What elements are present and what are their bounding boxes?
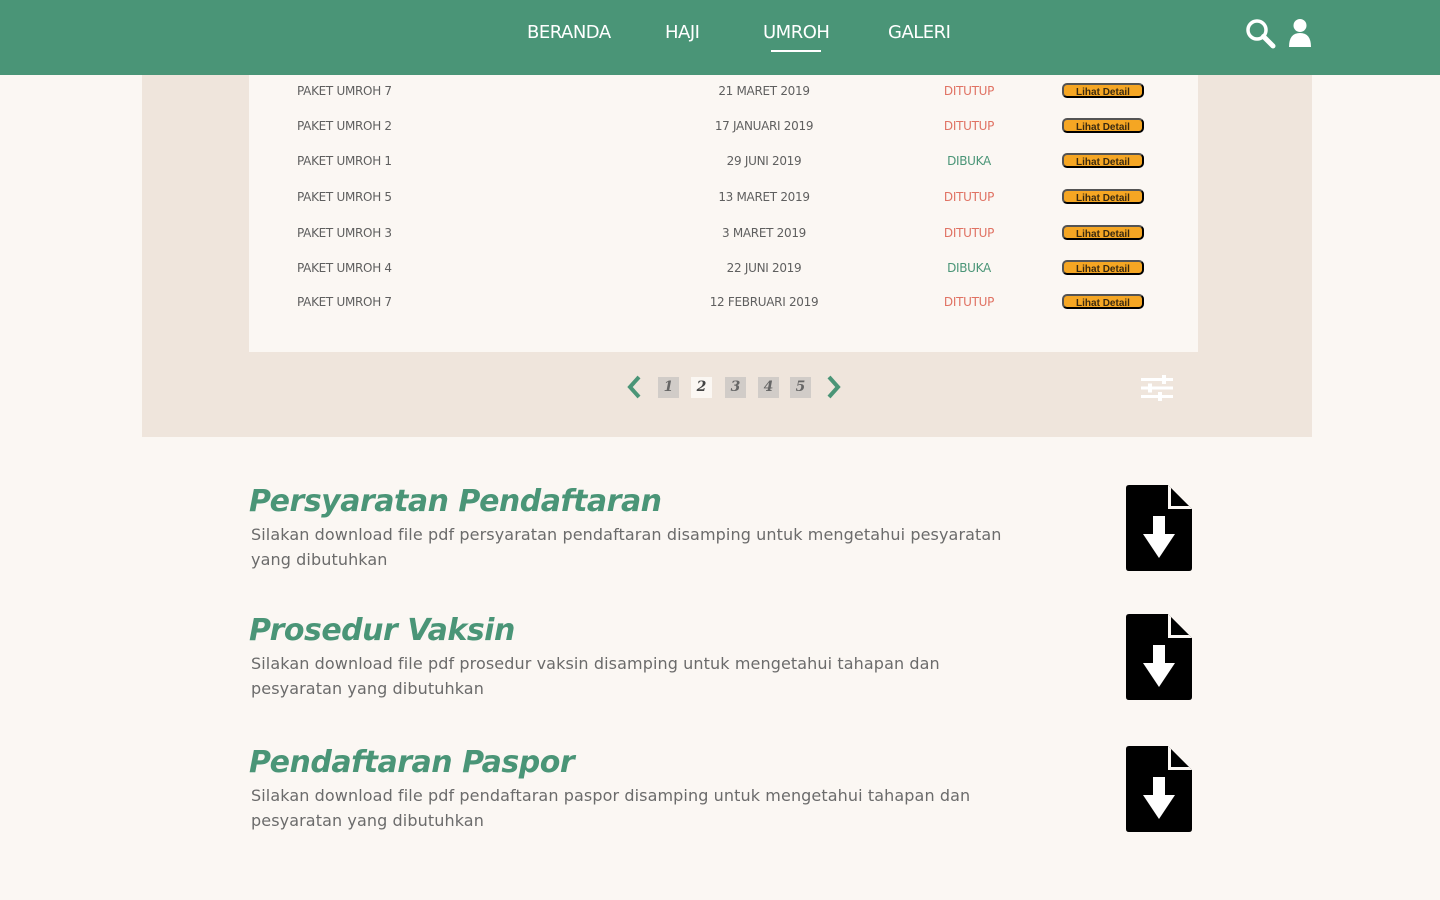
- file-download-icon[interactable]: [1126, 746, 1192, 832]
- detail-button[interactable]: Lihat Detail: [1062, 189, 1144, 204]
- detail-button[interactable]: Lihat Detail: [1062, 294, 1144, 309]
- section-description: Silakan download file pdf prosedur vaksi…: [251, 654, 940, 698]
- package-name: PAKET UMROH 3: [297, 226, 392, 240]
- package-date: 3 MARET 2019: [721, 226, 806, 240]
- package-name: PAKET UMROH 4: [297, 261, 392, 275]
- table-row: PAKET UMROH 2 17 JANUARI 2019 DITUTUP Li…: [249, 116, 1198, 136]
- package-date: 12 FEBRUARI 2019: [709, 295, 819, 309]
- package-date: 22 JUNI 2019: [726, 261, 802, 275]
- next-page-icon[interactable]: [826, 375, 842, 399]
- section-description: Silakan download file pdf persyaratan pe…: [251, 525, 1002, 569]
- page-button[interactable]: 5: [790, 377, 811, 398]
- nav-item-haji[interactable]: HAJI: [665, 22, 700, 43]
- detail-button[interactable]: Lihat Detail: [1062, 83, 1144, 98]
- page-button[interactable]: 1: [658, 377, 679, 398]
- table-row: PAKET UMROH 1 29 JUNI 2019 DIBUKA Lihat …: [249, 151, 1198, 171]
- page-button-current[interactable]: 2: [691, 377, 712, 398]
- download-section-persyaratan: Persyaratan Pendaftaran Silakan download…: [249, 484, 1209, 572]
- package-name: PAKET UMROH 1: [297, 154, 392, 168]
- package-status: DITUTUP: [943, 295, 995, 309]
- section-title: Prosedur Vaksin: [249, 613, 515, 648]
- package-status: DIBUKA: [947, 261, 991, 275]
- table-row: PAKET UMROH 5 13 MARET 2019 DITUTUP Liha…: [249, 187, 1198, 207]
- user-icon[interactable]: [1286, 18, 1314, 50]
- detail-button[interactable]: Lihat Detail: [1062, 153, 1144, 168]
- packages-table: PAKET UMROH 7 21 MARET 2019 DITUTUP Liha…: [249, 75, 1198, 352]
- detail-button[interactable]: Lihat Detail: [1062, 260, 1144, 275]
- package-name: PAKET UMROH 2: [297, 119, 392, 133]
- packages-panel: PAKET UMROH 7 21 MARET 2019 DITUTUP Liha…: [142, 75, 1312, 437]
- package-status: DIBUKA: [947, 154, 991, 168]
- top-navbar: BERANDA HAJI UMROH GALERI: [0, 0, 1440, 75]
- package-name: PAKET UMROH 7: [297, 295, 392, 309]
- nav-item-beranda[interactable]: BERANDA: [527, 22, 611, 43]
- table-row: PAKET UMROH 4 22 JUNI 2019 DIBUKA Lihat …: [249, 258, 1198, 278]
- section-title: Persyaratan Pendaftaran: [249, 484, 662, 519]
- package-status: DITUTUP: [943, 190, 995, 204]
- package-date: 13 MARET 2019: [718, 190, 810, 204]
- prev-page-icon[interactable]: [626, 375, 642, 399]
- table-row: PAKET UMROH 3 3 MARET 2019 DITUTUP Lihat…: [249, 223, 1198, 243]
- package-name: PAKET UMROH 5: [297, 190, 392, 204]
- file-download-icon[interactable]: [1126, 614, 1192, 700]
- nav-item-umroh[interactable]: UMROH: [763, 22, 830, 52]
- package-status: DITUTUP: [943, 84, 995, 98]
- package-status: DITUTUP: [943, 226, 995, 240]
- page-button[interactable]: 4: [758, 377, 779, 398]
- detail-button[interactable]: Lihat Detail: [1062, 225, 1144, 240]
- file-download-icon[interactable]: [1126, 485, 1192, 571]
- download-section-vaksin: Prosedur Vaksin Silakan download file pd…: [249, 613, 1209, 701]
- filter-icon[interactable]: [1140, 375, 1174, 401]
- detail-button[interactable]: Lihat Detail: [1062, 118, 1144, 133]
- search-icon[interactable]: [1245, 18, 1277, 50]
- section-description: Silakan download file pdf pendaftaran pa…: [251, 786, 971, 830]
- package-date: 29 JUNI 2019: [726, 154, 802, 168]
- nav-item-galeri[interactable]: GALERI: [888, 22, 951, 43]
- table-row: PAKET UMROH 7 21 MARET 2019 DITUTUP Liha…: [249, 81, 1198, 101]
- package-status: DITUTUP: [943, 119, 995, 133]
- page-button[interactable]: 3: [725, 377, 746, 398]
- table-row: PAKET UMROH 7 12 FEBRUARI 2019 DITUTUP L…: [249, 292, 1198, 312]
- package-date: 17 JANUARI 2019: [714, 119, 814, 133]
- section-title: Pendaftaran Paspor: [249, 745, 575, 780]
- download-section-paspor: Pendaftaran Paspor Silakan download file…: [249, 745, 1209, 833]
- package-name: PAKET UMROH 7: [297, 84, 392, 98]
- package-date: 21 MARET 2019: [718, 84, 810, 98]
